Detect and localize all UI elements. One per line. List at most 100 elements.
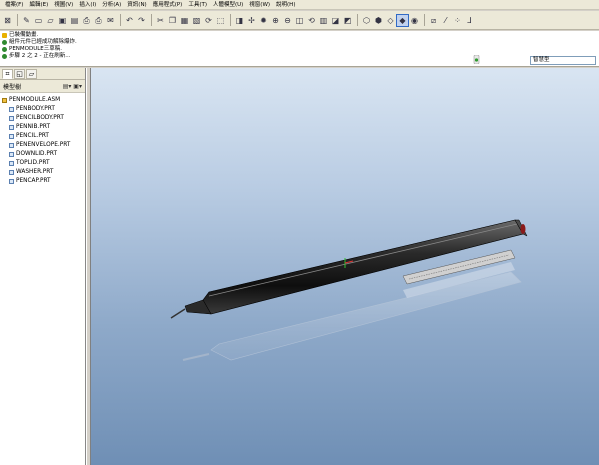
shading-icon[interactable]: ◆ [396,13,409,27]
folder-tab-icon[interactable]: ▱ [26,68,37,79]
menu-analysis[interactable]: 分析(A) [99,0,124,10]
menu-edit[interactable]: 編輯(E) [26,0,51,10]
orient-mode-icon[interactable]: ✹ [258,15,269,26]
tree-item-label: PENCIL.PRT [16,133,49,139]
zoom-in-icon[interactable]: ⊕ [270,15,281,26]
toolbar-separator [230,14,231,26]
pen-body [170,219,528,319]
select-box-icon[interactable]: ⬚ [215,15,226,26]
tree-item-part[interactable]: PENCILBODY.PRT [0,114,85,123]
tree-item-part[interactable]: WASHER.PRT [0,168,85,177]
warning-icon [2,33,7,38]
undo-icon[interactable]: ↶ [124,15,135,26]
tree-item-part[interactable]: PENENVELOPE.PRT [0,141,85,150]
tree-item-label: PENNIB.PRT [16,124,51,130]
save-icon[interactable]: ▣ [57,15,68,26]
part-icon [9,170,14,175]
part-icon [9,161,14,166]
copy-icon[interactable]: ❐ [167,15,178,26]
message-line: 已裝備動畫. [2,32,38,39]
print-icon[interactable]: ⎙ [81,15,92,26]
open-folder-icon[interactable]: ▱ [45,15,56,26]
part-icon [9,152,14,157]
menu-window[interactable]: 視窗(W) [246,0,273,10]
info-icon [2,54,7,59]
assembly-icon [2,98,7,103]
model-tree-title: 模型樹 [3,83,22,91]
tree-item-part[interactable]: PENNIB.PRT [0,123,85,132]
message-text: PENMODULE三草稿. [9,46,63,52]
part-icon [9,125,14,130]
tree-item-label: PENBODY.PRT [16,106,55,112]
repaint-icon[interactable]: ◨ [234,15,245,26]
zoom-out-icon[interactable]: ⊖ [282,15,293,26]
close-window-icon[interactable]: ⊠ [2,15,13,26]
layers-tab-icon[interactable]: ◱ [14,68,25,79]
menu-manikin[interactable]: 人體模型(U) [210,0,246,10]
toolbar-separator [424,14,425,26]
saved-views-icon[interactable]: ▥ [318,15,329,26]
no-hidden-icon[interactable]: ◇ [385,15,396,26]
save-copy-icon[interactable]: ▤ [69,15,80,26]
tree-settings-icon[interactable]: ▤▾ ▣▾ [63,83,82,90]
graphics-viewport[interactable] [91,68,599,465]
menu-insert[interactable]: 插入(I) [76,0,99,10]
menu-tools[interactable]: 工具(T) [185,0,210,10]
message-line: 組件元件已經成功解除爆炸. [2,39,77,46]
message-text: 已裝備動畫. [9,32,39,38]
spin-center-icon[interactable]: ✢ [246,15,257,26]
toolbar-separator [17,14,18,26]
coordinate-systems-icon[interactable]: ⅃ [464,15,475,26]
new-file-icon[interactable]: ▭ [33,15,44,26]
tree-item-root-assembly[interactable]: PENMODULE.ASM [0,96,85,105]
model-tree-tab-icon[interactable]: ⌗ [2,68,13,79]
tree-item-part[interactable]: TOPLID.PRT [0,159,85,168]
cut-icon[interactable]: ✂ [155,15,166,26]
tree-item-part[interactable]: PENBODY.PRT [0,105,85,114]
wireframe-icon[interactable]: ⬡ [361,15,372,26]
tree-item-part[interactable]: PENCAP.PRT [0,177,85,186]
part-icon [9,107,14,112]
menu-info[interactable]: 資訊(N) [124,0,149,10]
datum-points-icon[interactable]: ⁘ [452,15,463,26]
tree-item-part[interactable]: DOWNLID.PRT [0,150,85,159]
datum-axes-icon[interactable]: ⁄ [440,15,451,26]
model-tree-panel: ⌗ ◱ ▱ 模型樹 ▤▾ ▣▾ PENMODULE.ASM PENBODY.PR… [0,68,86,465]
email-icon[interactable]: ✉ [105,15,116,26]
message-line: PENMODULE三草稿. [2,46,62,53]
view-manager-icon[interactable]: ◩ [342,15,353,26]
message-text: 步驟 2 之 2 - 正在刷新... [9,53,71,59]
regenerate-icon[interactable]: ⟳ [203,15,214,26]
tree-item-label: PENCAP.PRT [16,178,51,184]
toolbar-separator [120,14,121,26]
tree-item-part[interactable]: PENCIL.PRT [0,132,85,141]
status-light-icon [473,55,480,64]
reorient-icon[interactable]: ⟲ [306,15,317,26]
navigator-tabs: ⌗ ◱ ▱ [0,68,85,80]
paste-icon[interactable]: ▦ [179,15,190,26]
main-toolbar: ⊠ ✎ ▭ ▱ ▣ ▤ ⎙ ⎙ ✉ ↶ ↷ ✂ ❐ ▦ ▧ ⟳ ⬚ ◨ ✢ ✹ … [0,11,599,30]
menu-file[interactable]: 檔案(F) [2,0,26,10]
print-setup-icon[interactable]: ⎙ [93,15,104,26]
part-icon [9,134,14,139]
menu-view[interactable]: 視圖(V) [51,0,76,10]
datum-planes-icon[interactable]: ⧄ [428,15,439,26]
menu-help[interactable]: 說明(H) [273,0,298,10]
layers-icon[interactable]: ◪ [330,15,341,26]
paste-special-icon[interactable]: ▧ [191,15,202,26]
part-icon [9,116,14,121]
redo-icon[interactable]: ↷ [136,15,147,26]
enhanced-realism-icon[interactable]: ◉ [409,15,420,26]
menu-applications[interactable]: 應用程式(P) [150,0,186,10]
part-icon [9,179,14,184]
refit-icon[interactable]: ◫ [294,15,305,26]
model-tree: PENMODULE.ASM PENBODY.PRT PENCILBODY.PRT… [0,93,85,186]
message-line: 步驟 2 之 2 - 正在刷新... [2,53,70,60]
filter-dropdown[interactable]: 智慧型 [530,56,596,65]
tree-item-label: DOWNLID.PRT [16,151,57,157]
hidden-line-icon[interactable]: ⬢ [373,15,384,26]
toolbar-separator [357,14,358,26]
tree-item-label: PENCILBODY.PRT [16,115,64,121]
pencil-icon[interactable]: ✎ [21,15,32,26]
pen-model-render [170,219,528,361]
